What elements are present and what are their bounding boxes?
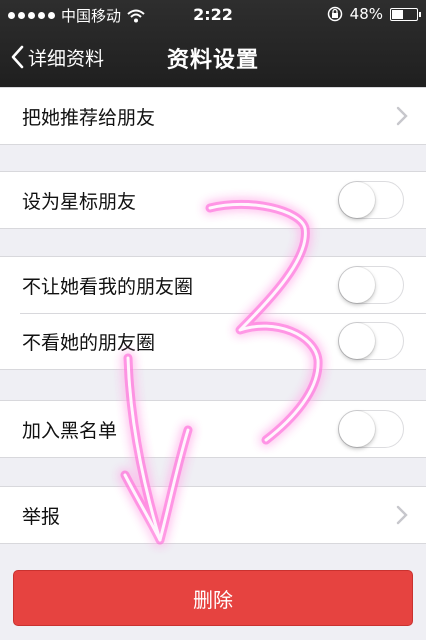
settings-group-moments: 不让她看我的朋友圈 不看她的朋友圈 — [0, 256, 426, 370]
battery-level — [392, 9, 403, 19]
toggle-knob — [339, 411, 375, 447]
status-right: 48% — [327, 5, 421, 23]
blacklist-label: 加入黑名单 — [22, 419, 118, 442]
toggle-knob — [339, 182, 375, 218]
hide-her-moments-label: 不看她的朋友圈 — [22, 331, 156, 354]
battery-percentage: 48% — [349, 5, 383, 23]
star-friend-toggle[interactable] — [338, 181, 404, 219]
toggle-knob — [339, 323, 375, 359]
blacklist-toggle[interactable] — [338, 410, 404, 448]
toggle-knob — [339, 267, 375, 303]
status-bar: 中国移动 2:22 48% — [0, 0, 426, 30]
blacklist-row: 加入黑名单 — [0, 401, 426, 457]
rotation-lock-icon — [327, 6, 342, 22]
chevron-right-icon — [396, 505, 408, 525]
top-bar: 中国移动 2:22 48% 详细资料 资料设置 — [0, 0, 426, 88]
battery-icon — [390, 7, 421, 21]
recommend-to-friend-label: 把她推荐给朋友 — [22, 106, 156, 129]
report-row[interactable]: 举报 — [0, 487, 426, 543]
page-title: 资料设置 — [166, 48, 259, 73]
hide-my-moments-toggle[interactable] — [338, 266, 404, 304]
settings-group-recommend: 把她推荐给朋友 — [0, 87, 426, 145]
hide-my-moments-row: 不让她看我的朋友圈 — [0, 257, 426, 313]
settings-group-star: 设为星标朋友 — [0, 171, 426, 229]
recommend-to-friend-row[interactable]: 把她推荐给朋友 — [0, 88, 426, 144]
settings-group-blacklist: 加入黑名单 — [0, 400, 426, 458]
star-friend-label: 设为星标朋友 — [22, 190, 137, 213]
delete-button[interactable]: 删除 — [13, 570, 413, 626]
hide-my-moments-label: 不让她看我的朋友圈 — [22, 275, 194, 298]
settings-group-report: 举报 — [0, 486, 426, 544]
hide-her-moments-row: 不看她的朋友圈 — [0, 313, 426, 369]
hide-her-moments-toggle[interactable] — [338, 322, 404, 360]
report-label: 举报 — [22, 505, 61, 528]
star-friend-row: 设为星标朋友 — [0, 172, 426, 228]
navigation-bar: 详细资料 资料设置 — [0, 30, 426, 88]
chevron-right-icon — [396, 106, 408, 126]
